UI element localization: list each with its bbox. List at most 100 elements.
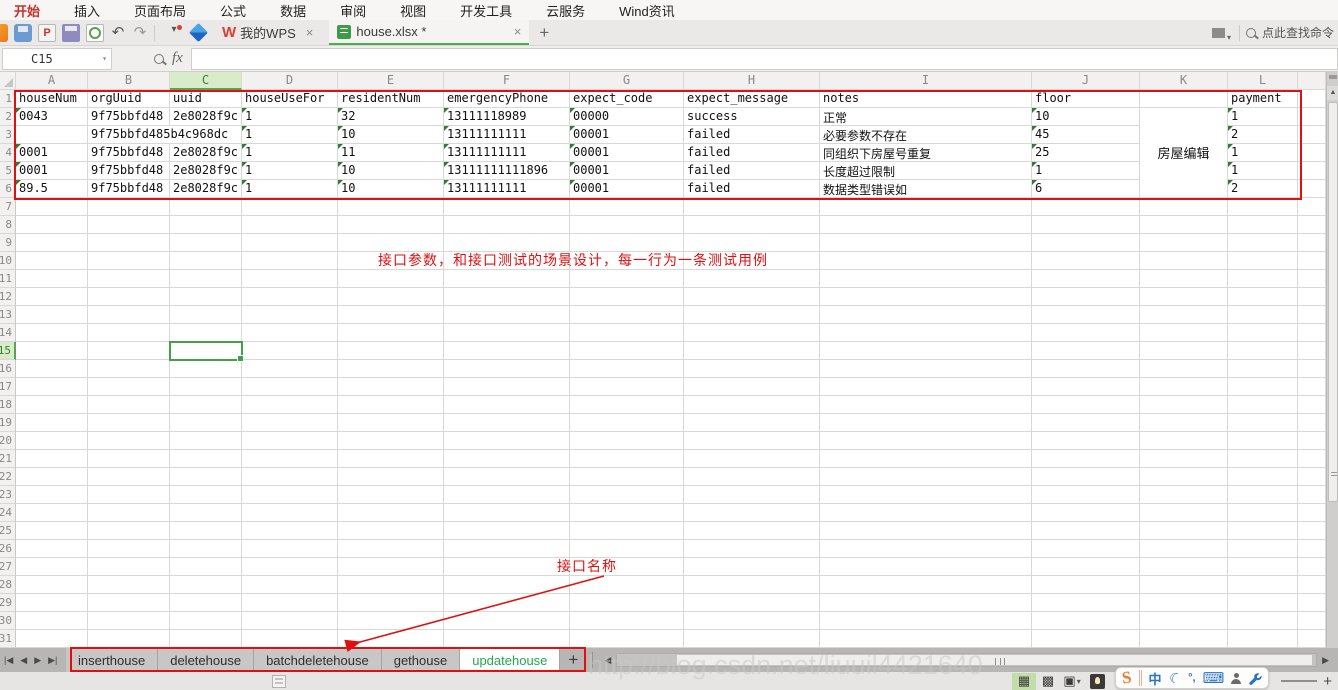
zoom-slider[interactable] <box>1281 680 1317 682</box>
cell[interactable] <box>242 450 338 468</box>
print-preview-icon[interactable] <box>86 24 104 42</box>
cell[interactable] <box>338 288 444 306</box>
column-header-I[interactable]: I <box>820 72 1032 90</box>
split-handle[interactable] <box>1329 75 1337 79</box>
tab-document-house-xlsx[interactable]: house.xlsx * × <box>329 20 529 45</box>
cell[interactable] <box>16 342 88 360</box>
cell[interactable] <box>1032 252 1140 270</box>
cell[interactable] <box>338 342 444 360</box>
cell[interactable] <box>1298 270 1326 288</box>
cell[interactable] <box>338 522 444 540</box>
cell[interactable] <box>1032 468 1140 486</box>
menu-item-审阅[interactable]: 审阅 <box>334 1 372 20</box>
cell[interactable] <box>338 360 444 378</box>
cell[interactable] <box>16 450 88 468</box>
row-header-20[interactable]: 20 <box>0 432 16 450</box>
cell[interactable] <box>338 468 444 486</box>
cell[interactable] <box>88 594 170 612</box>
cell[interactable] <box>1032 558 1140 576</box>
cell[interactable] <box>570 414 684 432</box>
formula-input[interactable] <box>191 48 1338 70</box>
cell[interactable] <box>170 234 242 252</box>
magnifier-icon[interactable] <box>154 54 164 64</box>
cell[interactable] <box>684 342 820 360</box>
cell[interactable] <box>338 414 444 432</box>
column-header-L[interactable]: L <box>1228 72 1298 90</box>
cell[interactable] <box>444 576 570 594</box>
scroll-left-icon[interactable]: ◀ <box>599 655 616 666</box>
cell[interactable] <box>242 360 338 378</box>
menu-item-Wind资讯[interactable]: Wind资讯 <box>613 1 681 20</box>
cell[interactable] <box>1298 414 1326 432</box>
tab-my-wps[interactable]: W 我的WPS × <box>214 20 321 45</box>
cell[interactable] <box>684 468 820 486</box>
cell[interactable] <box>242 612 338 630</box>
cell[interactable] <box>16 486 88 504</box>
cell[interactable] <box>88 288 170 306</box>
cell[interactable] <box>88 522 170 540</box>
cell[interactable] <box>88 504 170 522</box>
cell[interactable] <box>444 540 570 558</box>
cell[interactable] <box>570 342 684 360</box>
cell[interactable] <box>820 396 1032 414</box>
cell[interactable] <box>242 558 338 576</box>
row-header-13[interactable]: 13 <box>0 306 16 324</box>
cell[interactable] <box>1298 342 1326 360</box>
cell[interactable] <box>684 432 820 450</box>
export-pdf-icon[interactable]: P <box>38 24 56 42</box>
cell[interactable] <box>1140 450 1228 468</box>
cell[interactable] <box>16 594 88 612</box>
cell[interactable] <box>570 576 684 594</box>
row-header-10[interactable]: 10 <box>0 252 16 270</box>
punctuation-icon[interactable]: °, <box>1188 672 1195 684</box>
row-header-11[interactable]: 11 <box>0 270 16 288</box>
cell[interactable] <box>242 234 338 252</box>
cell[interactable] <box>1298 162 1326 180</box>
menu-item-云服务[interactable]: 云服务 <box>540 1 591 20</box>
cell[interactable] <box>1298 324 1326 342</box>
cell[interactable] <box>1298 558 1326 576</box>
cell[interactable] <box>1228 522 1298 540</box>
screen-record-icon[interactable] <box>1090 674 1105 689</box>
cell[interactable] <box>1228 432 1298 450</box>
menu-item-插入[interactable]: 插入 <box>68 1 106 20</box>
page-layout-view-icon[interactable]: ▣▾ <box>1060 673 1084 690</box>
row-header-12[interactable]: 12 <box>0 288 16 306</box>
menu-item-视图[interactable]: 视图 <box>394 1 432 20</box>
cell[interactable] <box>16 360 88 378</box>
sheet-nav-icon-3[interactable]: ▶| <box>48 655 57 666</box>
row-header-8[interactable]: 8 <box>0 216 16 234</box>
cell[interactable] <box>1228 396 1298 414</box>
menu-item-开发工具[interactable]: 开发工具 <box>454 1 518 20</box>
cell[interactable] <box>170 198 242 216</box>
cell[interactable] <box>242 414 338 432</box>
cell[interactable] <box>16 576 88 594</box>
cell[interactable] <box>338 486 444 504</box>
cell[interactable] <box>1298 432 1326 450</box>
selected-cell-c15[interactable] <box>169 341 243 361</box>
wps-home-icon[interactable] <box>189 23 208 42</box>
cell[interactable] <box>820 612 1032 630</box>
sheet-nav-icon-0[interactable]: |◀ <box>4 655 13 666</box>
cell[interactable] <box>16 198 88 216</box>
cell[interactable] <box>16 288 88 306</box>
cell[interactable] <box>1298 198 1326 216</box>
row-header-9[interactable]: 9 <box>0 234 16 252</box>
cell[interactable] <box>684 558 820 576</box>
cell[interactable] <box>242 324 338 342</box>
row-header-25[interactable]: 25 <box>0 522 16 540</box>
row-header-19[interactable]: 19 <box>0 414 16 432</box>
cell[interactable] <box>242 306 338 324</box>
cell[interactable] <box>1140 522 1228 540</box>
sheet-nav-icon-1[interactable]: ◀ <box>20 655 27 666</box>
cell[interactable] <box>1032 288 1140 306</box>
page-break-view-icon[interactable]: ▩ <box>1036 673 1060 690</box>
zoom-control[interactable]: + <box>1275 673 1332 690</box>
cell[interactable] <box>820 342 1032 360</box>
cell[interactable] <box>570 522 684 540</box>
cell[interactable] <box>1032 396 1140 414</box>
cell[interactable] <box>88 360 170 378</box>
cell[interactable] <box>88 306 170 324</box>
cell[interactable] <box>88 612 170 630</box>
close-tab-icon[interactable]: × <box>306 25 314 40</box>
